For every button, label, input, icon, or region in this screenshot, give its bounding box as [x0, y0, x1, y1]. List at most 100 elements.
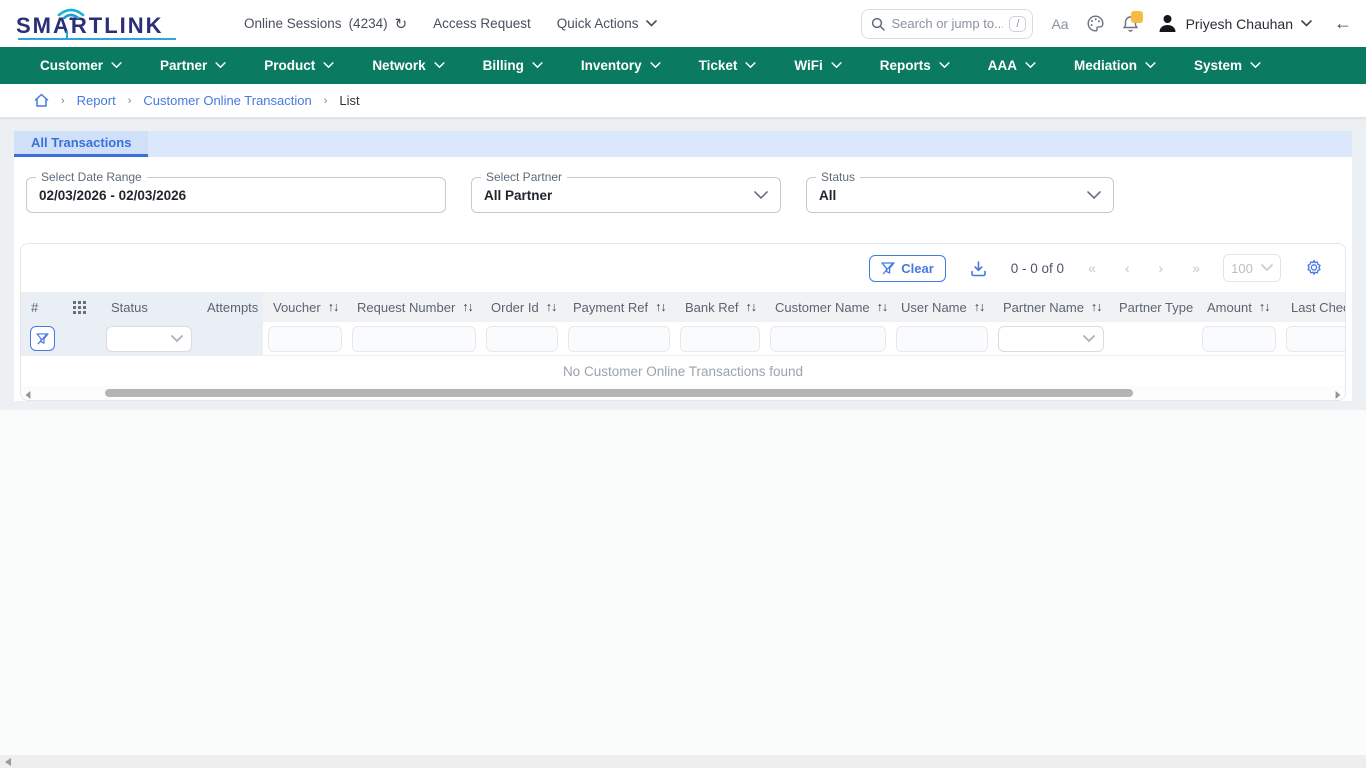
nav-item-mediation[interactable]: Mediation	[1074, 58, 1156, 73]
sort-icon[interactable]: ↑↓	[1091, 300, 1102, 314]
pagination-range: 0 - 0 of 0	[1011, 261, 1064, 276]
filter-input-amount[interactable]	[1202, 326, 1276, 352]
column-header-payment-ref[interactable]: Payment Ref↑↓	[563, 292, 675, 322]
nav-item-customer[interactable]: Customer	[40, 58, 122, 73]
filter-cell-partner-name	[993, 322, 1109, 355]
date-range-field[interactable]: Select Date Range 02/03/2026 - 02/03/202…	[26, 177, 446, 213]
column-header-request-number[interactable]: Request Number↑↓	[347, 292, 481, 322]
filter-cell-amount	[1197, 322, 1281, 355]
grid-icon	[73, 301, 86, 314]
column-header-voucher[interactable]: Voucher↑↓	[263, 292, 347, 322]
quick-actions-menu[interactable]: Quick Actions	[557, 16, 657, 31]
refresh-icon[interactable]: ↻	[395, 15, 408, 33]
filter-cell-last-chec	[1281, 322, 1345, 355]
notifications-button[interactable]	[1122, 15, 1139, 33]
nav-item-aaa[interactable]: AAA	[988, 58, 1036, 73]
sort-icon[interactable]: ↑↓	[745, 300, 756, 314]
column-header-order-id[interactable]: Order Id↑↓	[481, 292, 563, 322]
scrollbar-thumb[interactable]	[105, 389, 1133, 397]
user-menu[interactable]: Priyesh Chauhan	[1157, 13, 1312, 34]
access-request-link[interactable]: Access Request	[433, 16, 531, 31]
status-value: All	[819, 188, 1087, 203]
filter-cell-order-id	[481, 322, 563, 355]
filter-input-payment-ref[interactable]	[568, 326, 670, 352]
nav-item-partner[interactable]: Partner	[160, 58, 226, 73]
filter-input-order-id[interactable]	[486, 326, 558, 352]
chevron-down-icon	[745, 62, 756, 69]
prev-page-button[interactable]: ‹	[1125, 260, 1129, 276]
font-size-toggle[interactable]: Aa	[1051, 16, 1068, 32]
last-page-button[interactable]: »	[1192, 260, 1199, 276]
next-page-button[interactable]: ›	[1159, 260, 1163, 276]
filter-input-voucher[interactable]	[268, 326, 342, 352]
breadcrumb-item-report[interactable]: Report	[77, 93, 116, 108]
nav-item-inventory[interactable]: Inventory	[581, 58, 661, 73]
clear-filters-button[interactable]: Clear	[869, 255, 946, 282]
row-filter-clear-button[interactable]	[30, 326, 55, 351]
theme-palette-button[interactable]	[1087, 15, 1104, 32]
page-horizontal-scrollbar[interactable]	[0, 755, 1366, 768]
search-input[interactable]: Search or jump to... /	[861, 9, 1033, 39]
filter-input-last-chec[interactable]	[1286, 326, 1345, 352]
filter-select-partner-name[interactable]	[998, 326, 1104, 352]
chevron-down-icon	[754, 191, 768, 200]
sort-icon[interactable]: ↑↓	[1259, 300, 1270, 314]
gear-icon[interactable]	[1305, 259, 1323, 277]
online-sessions[interactable]: Online Sessions (4234) ↻	[244, 15, 407, 33]
wifi-icon	[54, 2, 88, 20]
scroll-left-arrow[interactable]	[26, 391, 31, 399]
back-arrow-button[interactable]: ←	[1334, 13, 1352, 34]
smartlink-logo[interactable]: SMARTLINK	[14, 4, 184, 44]
filter-input-user-name[interactable]	[896, 326, 988, 352]
home-icon[interactable]	[34, 93, 49, 108]
filter-cell-status	[101, 322, 197, 355]
page-size-select[interactable]: 100	[1223, 254, 1281, 282]
column-header-bank-ref[interactable]: Bank Ref↑↓	[675, 292, 765, 322]
column-header-customer-name[interactable]: Customer Name↑↓	[765, 292, 891, 322]
filter-input-customer-name[interactable]	[770, 326, 886, 352]
chevron-down-icon	[1261, 264, 1273, 272]
chevron-down-icon	[1145, 62, 1156, 69]
scroll-right-arrow[interactable]	[1336, 391, 1341, 399]
chevron-down-icon	[532, 62, 543, 69]
tab-all-transactions[interactable]: All Transactions	[14, 131, 148, 157]
nav-item-reports[interactable]: Reports	[880, 58, 950, 73]
nav-item-ticket[interactable]: Ticket	[699, 58, 757, 73]
content-area: All Transactions Select Date Range 02/03…	[0, 117, 1366, 410]
nav-item-system[interactable]: System	[1194, 58, 1261, 73]
filter-cell-request-number	[347, 322, 481, 355]
sort-icon[interactable]: ↑↓	[655, 300, 666, 314]
header-right-group: Search or jump to... / Aa Priyesh Chauha…	[861, 9, 1352, 39]
nav-item-product[interactable]: Product	[264, 58, 334, 73]
sort-icon[interactable]: ↑↓	[462, 300, 473, 314]
breadcrumb: ›Report›Customer Online Transaction›List	[0, 84, 1366, 117]
chevron-down-icon	[650, 62, 661, 69]
sort-icon[interactable]: ↑↓	[328, 300, 339, 314]
sort-icon[interactable]: ↑↓	[546, 300, 557, 314]
nav-item-billing[interactable]: Billing	[483, 58, 543, 73]
chevron-down-icon	[1301, 20, 1312, 27]
column-header-user-name[interactable]: User Name↑↓	[891, 292, 993, 322]
logo-underline	[18, 38, 176, 40]
sort-icon[interactable]: ↑↓	[877, 300, 888, 314]
pagination-controls: « ‹ › »	[1088, 260, 1199, 276]
first-page-button[interactable]: «	[1088, 260, 1095, 276]
filter-input-request-number[interactable]	[352, 326, 476, 352]
filter-off-icon	[36, 333, 49, 345]
column-header-index: #	[21, 292, 63, 322]
partner-select[interactable]: Select Partner All Partner	[471, 177, 781, 213]
sort-icon[interactable]: ↑↓	[974, 300, 985, 314]
logo-underline-arrow	[66, 31, 68, 39]
search-icon	[871, 17, 885, 31]
filter-input-bank-ref[interactable]	[680, 326, 760, 352]
download-icon[interactable]	[970, 260, 987, 277]
nav-item-network[interactable]: Network	[372, 58, 444, 73]
nav-item-wifi[interactable]: WiFi	[794, 58, 841, 73]
status-select[interactable]: Status All	[806, 177, 1114, 213]
column-header-amount[interactable]: Amount↑↓	[1197, 292, 1281, 322]
column-header-partner-name[interactable]: Partner Name↑↓	[993, 292, 1109, 322]
breadcrumb-item-customer-online-transaction[interactable]: Customer Online Transaction	[143, 93, 311, 108]
chevron-down-icon	[215, 62, 226, 69]
online-sessions-count: (4234)	[349, 16, 388, 31]
filter-select-status[interactable]	[106, 326, 192, 352]
